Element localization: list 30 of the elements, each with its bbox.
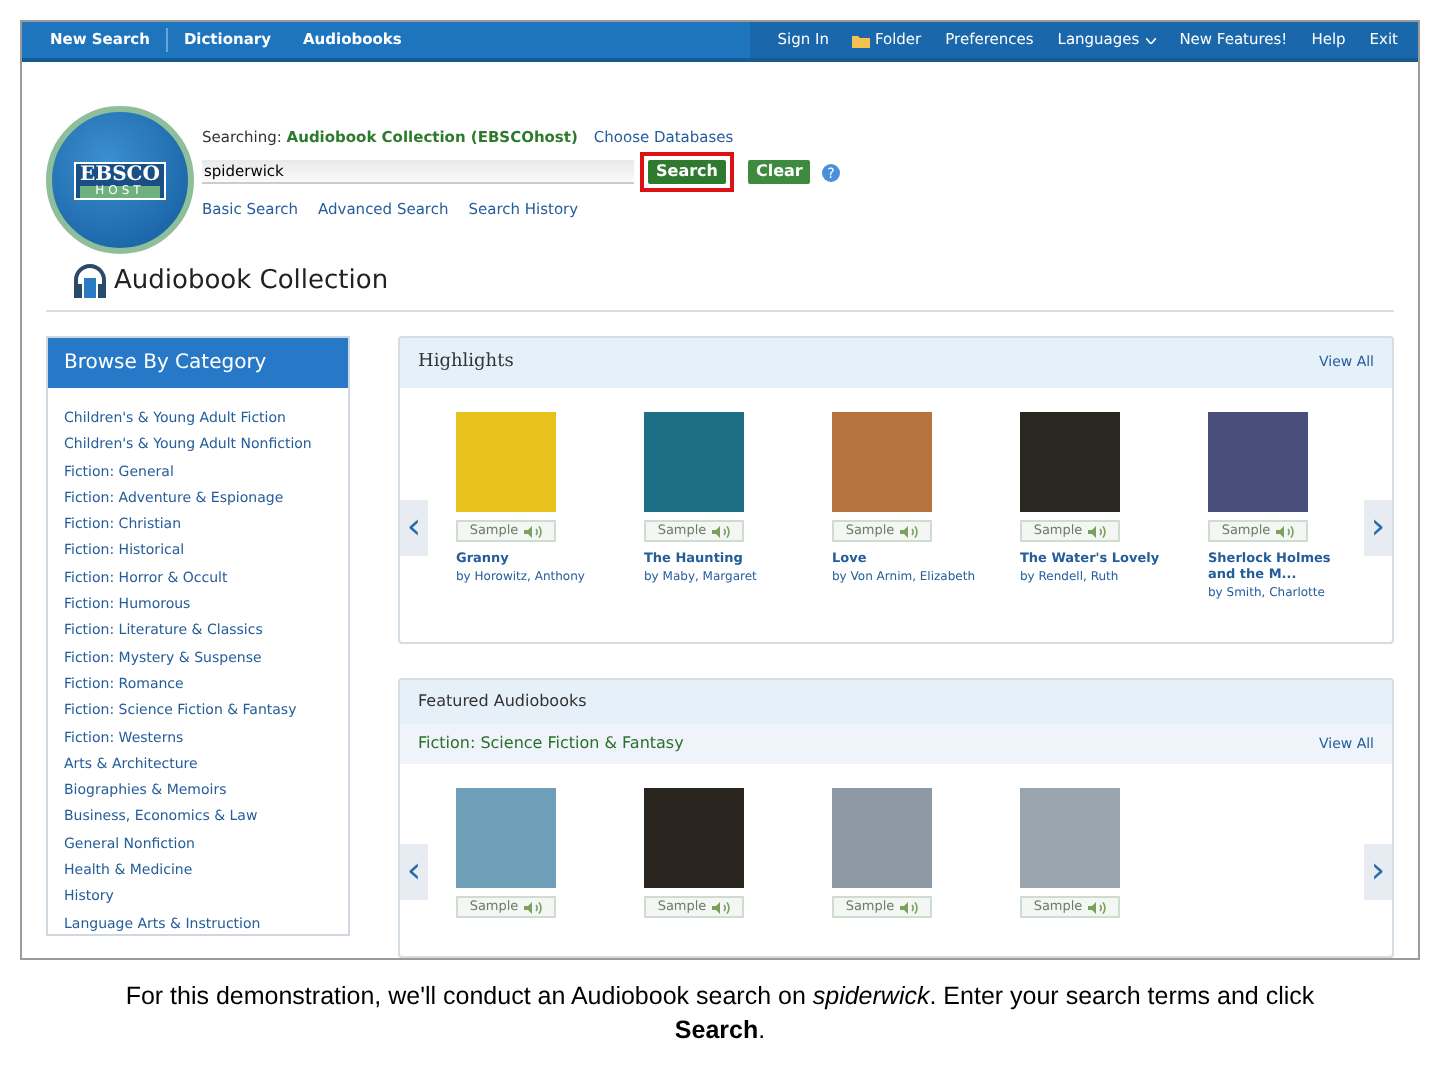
- collection-title: Audiobook Collection: [114, 264, 389, 301]
- book-cover[interactable]: [1020, 788, 1120, 888]
- logo-text: EBSCO: [80, 163, 160, 186]
- clear-button[interactable]: Clear: [747, 160, 811, 185]
- panel-header: Browse By Category: [48, 338, 348, 388]
- speaker-icon: [1088, 523, 1107, 539]
- caption: For this demonstration, we'll conduct an Audiobook search on spiderwick. Enter your search terms and click Search.: [123, 980, 1317, 1048]
- speaker-icon: [712, 899, 731, 915]
- panel-title: Highlights: [418, 349, 514, 376]
- book-cover[interactable]: [1020, 412, 1120, 512]
- speaker-icon: [524, 899, 543, 915]
- book-cover[interactable]: [832, 788, 932, 888]
- speaker-icon: [900, 899, 919, 915]
- speaker-icon: [1276, 523, 1295, 539]
- speaker-icon: [900, 523, 919, 539]
- folder-icon: [852, 33, 871, 48]
- speaker-icon: [524, 523, 543, 539]
- book-cover[interactable]: [832, 412, 932, 512]
- section-subtitle: Fiction: Science Fiction & Fantasy: [418, 732, 684, 756]
- speaker-icon: [712, 523, 731, 539]
- headphones-icon: [72, 264, 108, 301]
- book-cover[interactable]: [456, 412, 556, 512]
- book-cover[interactable]: [644, 788, 744, 888]
- book-cover[interactable]: [644, 412, 744, 512]
- book-cover[interactable]: [1208, 412, 1308, 512]
- book-cover[interactable]: [456, 788, 556, 888]
- caret-icon: [1145, 37, 1156, 44]
- search-button[interactable]: Search: [648, 160, 726, 185]
- speaker-icon: [1088, 899, 1107, 915]
- panel-title: Featured Audiobooks: [418, 690, 587, 714]
